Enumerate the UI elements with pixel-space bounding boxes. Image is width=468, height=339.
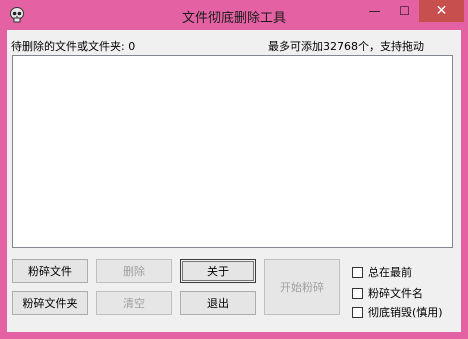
shred-folder-button[interactable]: 粉碎文件夹 — [12, 291, 88, 315]
shred-filename-checkbox[interactable] — [352, 287, 363, 299]
close-button[interactable]: ✕ — [419, 0, 464, 22]
maximize-button[interactable]: ☐ — [391, 0, 418, 22]
delete-button[interactable]: 删除 — [96, 259, 172, 283]
always-on-top-option[interactable]: 总在最前 — [352, 264, 412, 280]
about-button[interactable]: 关于 — [180, 259, 256, 283]
always-on-top-checkbox[interactable] — [352, 266, 363, 278]
always-on-top-label: 总在最前 — [368, 266, 412, 279]
client-area: 待删除的文件或文件夹: 0 最多可添加32768个，支持拖动 粉碎文件 粉碎文件… — [7, 30, 461, 332]
shred-file-button[interactable]: 粉碎文件 — [12, 259, 88, 283]
destroy-completely-label: 彻底销毁(慎用) — [368, 306, 443, 319]
destroy-completely-option[interactable]: 彻底销毁(慎用) — [352, 304, 443, 320]
limit-hint-label: 最多可添加32768个，支持拖动 — [268, 40, 424, 53]
item-count-label: 待删除的文件或文件夹: 0 — [11, 40, 136, 53]
shred-filename-option[interactable]: 粉碎文件名 — [352, 285, 423, 301]
minimize-button[interactable]: — — [361, 0, 388, 22]
clear-button[interactable]: 清空 — [96, 291, 172, 315]
file-list[interactable] — [12, 55, 453, 248]
shred-filename-label: 粉碎文件名 — [368, 287, 423, 300]
destroy-completely-checkbox[interactable] — [352, 306, 363, 318]
exit-button[interactable]: 退出 — [180, 291, 256, 315]
title-bar[interactable]: 文件彻底删除工具 — ☐ ✕ — [0, 0, 468, 30]
start-shred-button[interactable]: 开始粉碎 — [264, 259, 340, 315]
